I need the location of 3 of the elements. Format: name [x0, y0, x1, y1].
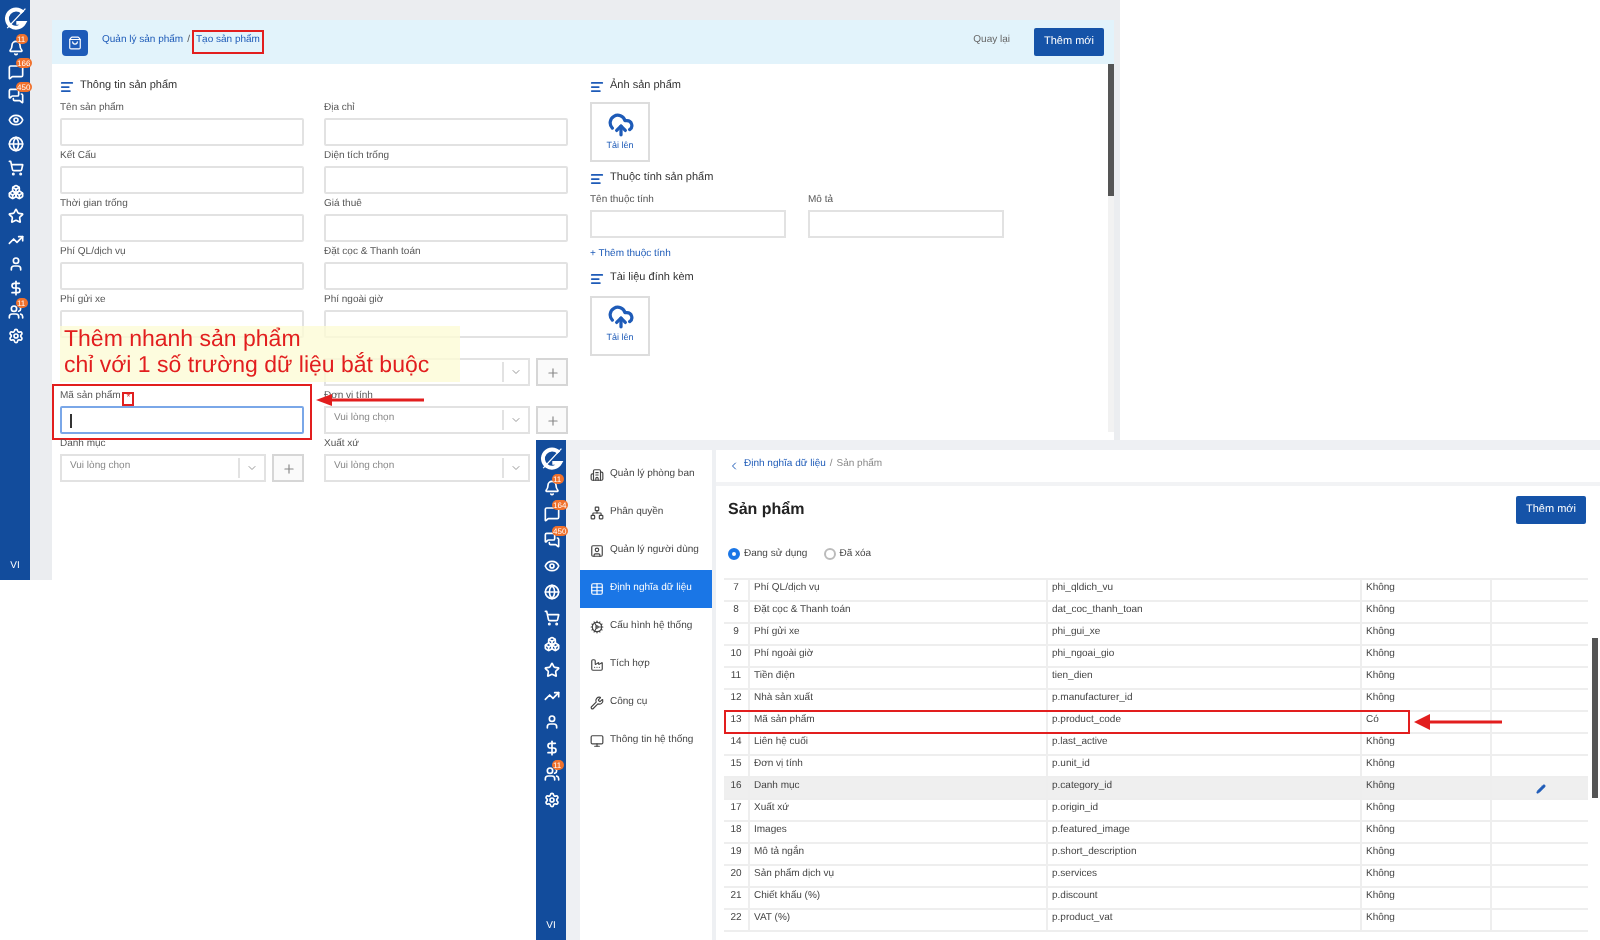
annotation-text: Thêm nhanh sản phẩm: [64, 328, 301, 354]
annotation-text: chỉ với 1 số trường dữ liệu bắt buộc: [64, 354, 430, 380]
page-title: Sản phẩm: [728, 498, 805, 522]
